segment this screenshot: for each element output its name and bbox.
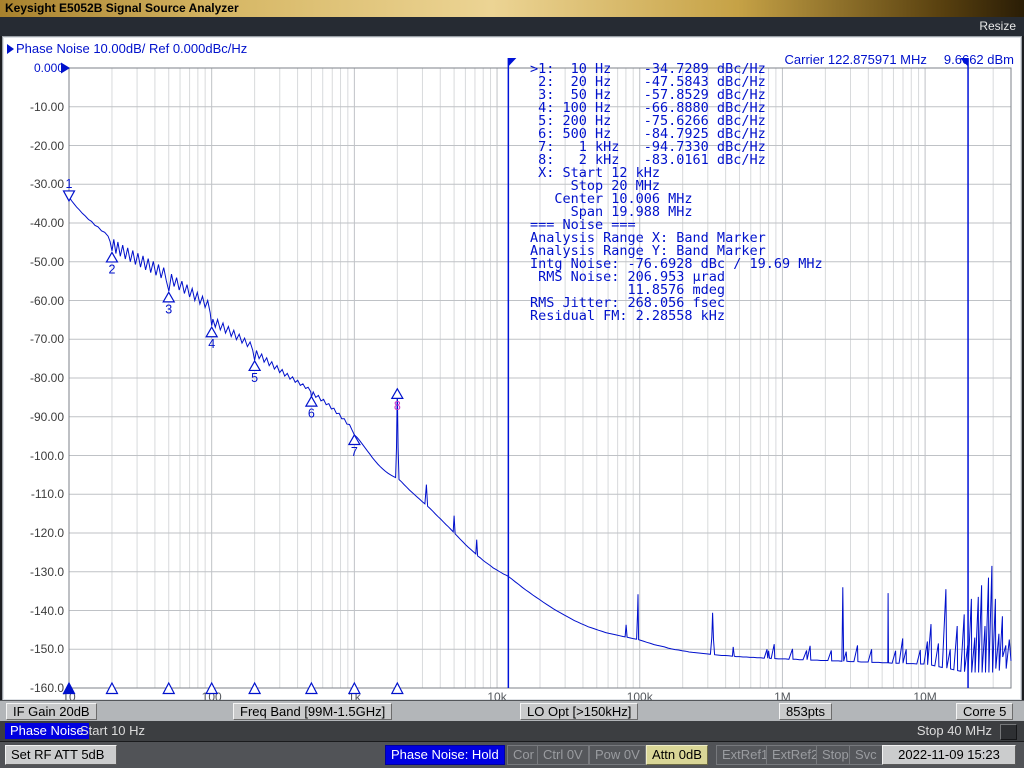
datetime-display: 2022-11-09 15:23 [882, 745, 1016, 765]
lo-opt-button[interactable]: LO Opt [>150kHz] [520, 703, 638, 720]
ctrl-indicator: Ctrl 0V [537, 745, 589, 765]
sweep-stop-label: Stop 40 MHz [917, 723, 992, 739]
instrument-screen: Keysight E5052B Signal Source Analyzer R… [0, 0, 1024, 768]
status-grip[interactable] [1000, 724, 1017, 740]
svc-indicator: Svc [849, 745, 883, 765]
window-title: Keysight E5052B Signal Source Analyzer [5, 1, 239, 15]
menu-bar: Resize [0, 17, 1024, 36]
resize-button[interactable]: Resize [979, 17, 1016, 36]
sweep-start-label: Start 10 Hz [80, 723, 145, 739]
measurement-status-bar: IF Gain 20dB Freq Band [99M-1.5GHz] LO O… [0, 700, 1024, 722]
window-title-bar: Keysight E5052B Signal Source Analyzer [0, 0, 1024, 17]
correction-button[interactable]: Corre 5 [956, 703, 1013, 720]
pow-indicator: Pow 0V [589, 745, 646, 765]
if-gain-button[interactable]: IF Gain 20dB [6, 703, 97, 720]
points-button[interactable]: 853pts [779, 703, 832, 720]
sweep-status-bar: Phase Noise Start 10 Hz Stop 40 MHz [0, 721, 1024, 741]
cor-indicator: Cor [507, 745, 540, 765]
freq-band-button[interactable]: Freq Band [99M-1.5GHz] [233, 703, 392, 720]
attn-indicator: Attn 0dB [646, 745, 708, 765]
instrument-status-bar: Set RF ATT 5dB Phase Noise: Hold Cor Ctr… [0, 741, 1024, 768]
graph-window [2, 36, 1022, 701]
phase-noise-hold-button[interactable]: Phase Noise: Hold [385, 745, 505, 765]
mode-tab-phase-noise[interactable]: Phase Noise [5, 723, 89, 739]
set-rf-att-button[interactable]: Set RF ATT 5dB [5, 745, 117, 765]
